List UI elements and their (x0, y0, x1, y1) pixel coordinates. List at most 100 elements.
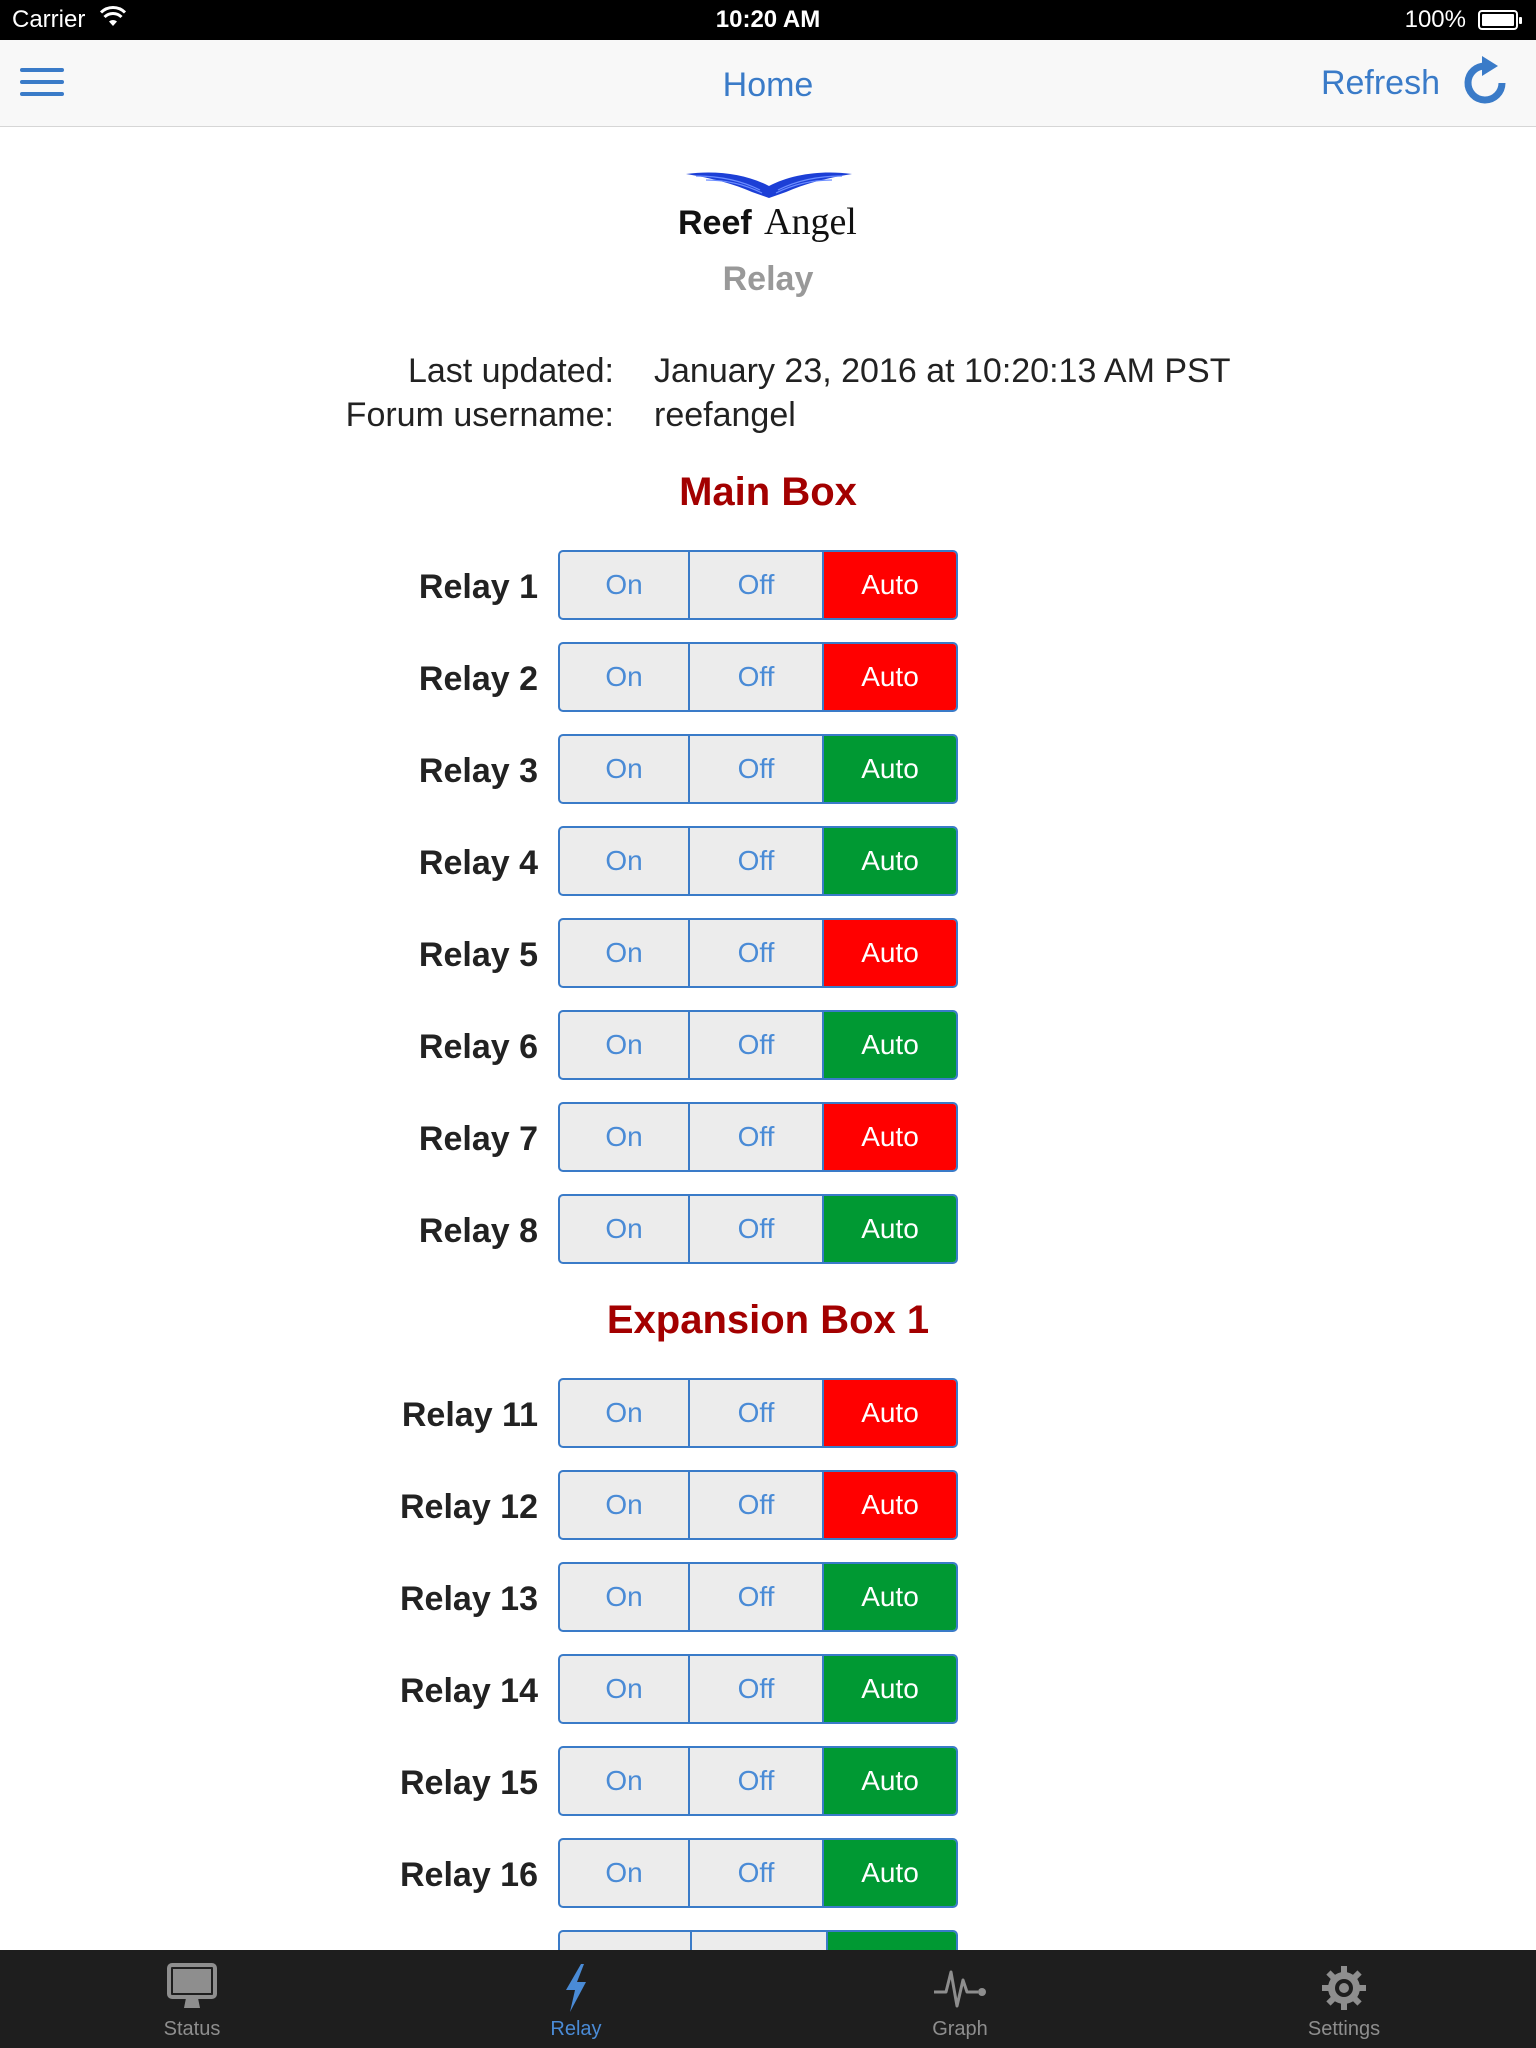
relay-on-button[interactable]: On (560, 828, 690, 894)
relay-auto-button[interactable]: Auto (824, 1564, 956, 1630)
relay-on-button[interactable]: On (560, 1472, 690, 1538)
relay-mode-control: On Off Auto (558, 1470, 958, 1540)
battery-percentage: 100% (1404, 6, 1466, 33)
relay-off-button[interactable]: Off (690, 828, 824, 894)
relay-auto-button[interactable]: Auto (824, 552, 956, 618)
relay-mode-control: On Off Auto (558, 1102, 958, 1172)
relay-off-button[interactable]: Off (690, 736, 824, 802)
relay-label: Relay 3 (418, 752, 538, 790)
relay-row: Relay 16 On Off Auto (0, 1838, 1536, 1910)
navigation-bar: Home Refresh (0, 40, 1536, 127)
relay-label: Relay 2 (418, 660, 538, 698)
relay-auto-button[interactable]: Auto (824, 1840, 956, 1906)
relay-off-button[interactable]: Off (690, 1012, 824, 1078)
relay-auto-button[interactable]: Auto (824, 1196, 956, 1262)
relay-mode-control: On Off Auto (558, 734, 958, 804)
relay-label: Relay 8 (418, 1212, 538, 1250)
relay-row: Relay 5 On Off Auto (0, 918, 1536, 990)
relay-label: Relay 4 (418, 844, 538, 882)
relay-mode-control: On Off Auto (558, 1194, 958, 1264)
refresh-label: Refresh (1320, 63, 1440, 102)
last-updated-value: January 23, 2016 at 10:20:13 AM PST (654, 352, 1231, 390)
tab-bar: Status Relay Graph Settings (0, 1950, 1536, 2048)
tab-relay[interactable]: Relay (384, 1950, 768, 2048)
tab-graph[interactable]: Graph (768, 1950, 1152, 2048)
relay-label: Relay 12 (400, 1488, 538, 1526)
relay-on-button[interactable]: On (560, 920, 690, 986)
relay-mode-control: On Off Auto (558, 918, 958, 988)
relay-on-button[interactable]: On (560, 1196, 690, 1262)
relay-row: Relay 2 On Off Auto (0, 642, 1536, 714)
relay-on-button[interactable]: On (560, 1748, 690, 1814)
monitor-icon (167, 1963, 217, 2008)
relay-auto-button[interactable]: Auto (824, 920, 956, 986)
nav-title: Home (722, 66, 814, 104)
relay-label: Relay 5 (418, 936, 538, 974)
page-subtitle: Relay (722, 260, 814, 298)
relay-on-button[interactable]: On (560, 1012, 690, 1078)
forum-username-value: reefangel (654, 396, 796, 434)
tab-label-settings: Settings (1307, 2018, 1381, 2040)
relay-on-button[interactable]: On (560, 736, 690, 802)
relay-mode-control: On Off Auto (558, 642, 958, 712)
relay-auto-button[interactable]: Auto (824, 1656, 956, 1722)
tab-label-graph: Graph (932, 2018, 988, 2040)
relay-label: Relay 6 (418, 1028, 538, 1066)
relay-off-button[interactable]: Off (690, 552, 824, 618)
relay-mode-control: On Off Auto (558, 1654, 958, 1724)
pulse-graph-icon (934, 1970, 986, 2008)
relay-off-button[interactable]: Off (690, 1380, 824, 1446)
tab-settings[interactable]: Settings (1152, 1950, 1536, 2048)
tab-status[interactable]: Status (0, 1950, 384, 2048)
relay-auto-button[interactable]: Auto (824, 644, 956, 710)
relay-label: Relay 7 (418, 1120, 538, 1158)
relay-auto-button[interactable]: Auto (824, 1748, 956, 1814)
relay-auto-button[interactable]: Auto (824, 1380, 956, 1446)
relay-row: Relay 12 On Off Auto (0, 1470, 1536, 1542)
relay-auto-button[interactable]: Auto (824, 1012, 956, 1078)
status-bar: Carrier 10:20 AM 100% (0, 0, 1536, 40)
relay-on-button[interactable]: On (560, 1656, 690, 1722)
relay-row: Relay 11 On Off Auto (0, 1378, 1536, 1450)
relay-on-button[interactable]: On (560, 1564, 690, 1630)
relay-auto-button[interactable]: Auto (824, 1104, 956, 1170)
relay-off-button[interactable]: Off (690, 1564, 824, 1630)
relay-mode-control: On Off Auto (558, 1746, 958, 1816)
lightning-bolt-icon (566, 1964, 586, 2012)
relay-row: Relay 14 On Off Auto (0, 1654, 1536, 1726)
relay-on-button[interactable]: On (560, 1104, 690, 1170)
relay-row: Relay 13 On Off Auto (0, 1562, 1536, 1634)
refresh-button[interactable]: Refresh (1321, 56, 1514, 110)
relay-off-button[interactable]: Off (690, 644, 824, 710)
relay-label: Relay 13 (400, 1580, 538, 1618)
relay-row: Relay 7 On Off Auto (0, 1102, 1536, 1174)
relay-on-button[interactable]: On (560, 552, 690, 618)
relay-on-button[interactable]: On (560, 1840, 690, 1906)
relay-on-button[interactable]: On (560, 644, 690, 710)
relay-row: Relay 15 On Off Auto (0, 1746, 1536, 1818)
forum-username-label: Forum username: (345, 396, 614, 434)
relay-off-button[interactable]: Off (690, 1196, 824, 1262)
relay-off-button[interactable]: Off (690, 1840, 824, 1906)
section-title-expansion-box-1: Expansion Box 1 (606, 1298, 930, 1342)
relay-label: Relay 11 (401, 1396, 538, 1434)
relay-row: Relay 3 On Off Auto (0, 734, 1536, 806)
battery-icon (1478, 10, 1522, 30)
relay-auto-button[interactable]: Auto (824, 736, 956, 802)
relay-off-button[interactable]: Off (690, 920, 824, 986)
relay-auto-button[interactable]: Auto (824, 828, 956, 894)
tab-label-status: Status (163, 2018, 221, 2040)
relay-on-button[interactable]: On (560, 1380, 690, 1446)
relay-mode-control: On Off Auto (558, 1378, 958, 1448)
relay-off-button[interactable]: Off (690, 1104, 824, 1170)
relay-mode-control: On Off Auto (558, 826, 958, 896)
relay-row: Relay 1 On Off Auto (0, 550, 1536, 622)
relay-label: Relay 14 (400, 1672, 538, 1710)
reef-angel-logo: Reef Angel (676, 168, 866, 248)
relay-auto-button[interactable]: Auto (824, 1472, 956, 1538)
relay-off-button[interactable]: Off (690, 1472, 824, 1538)
relay-off-button[interactable]: Off (690, 1656, 824, 1722)
relay-row: Relay 6 On Off Auto (0, 1010, 1536, 1082)
logo-text-reef: Reef (678, 204, 752, 242)
relay-off-button[interactable]: Off (690, 1748, 824, 1814)
